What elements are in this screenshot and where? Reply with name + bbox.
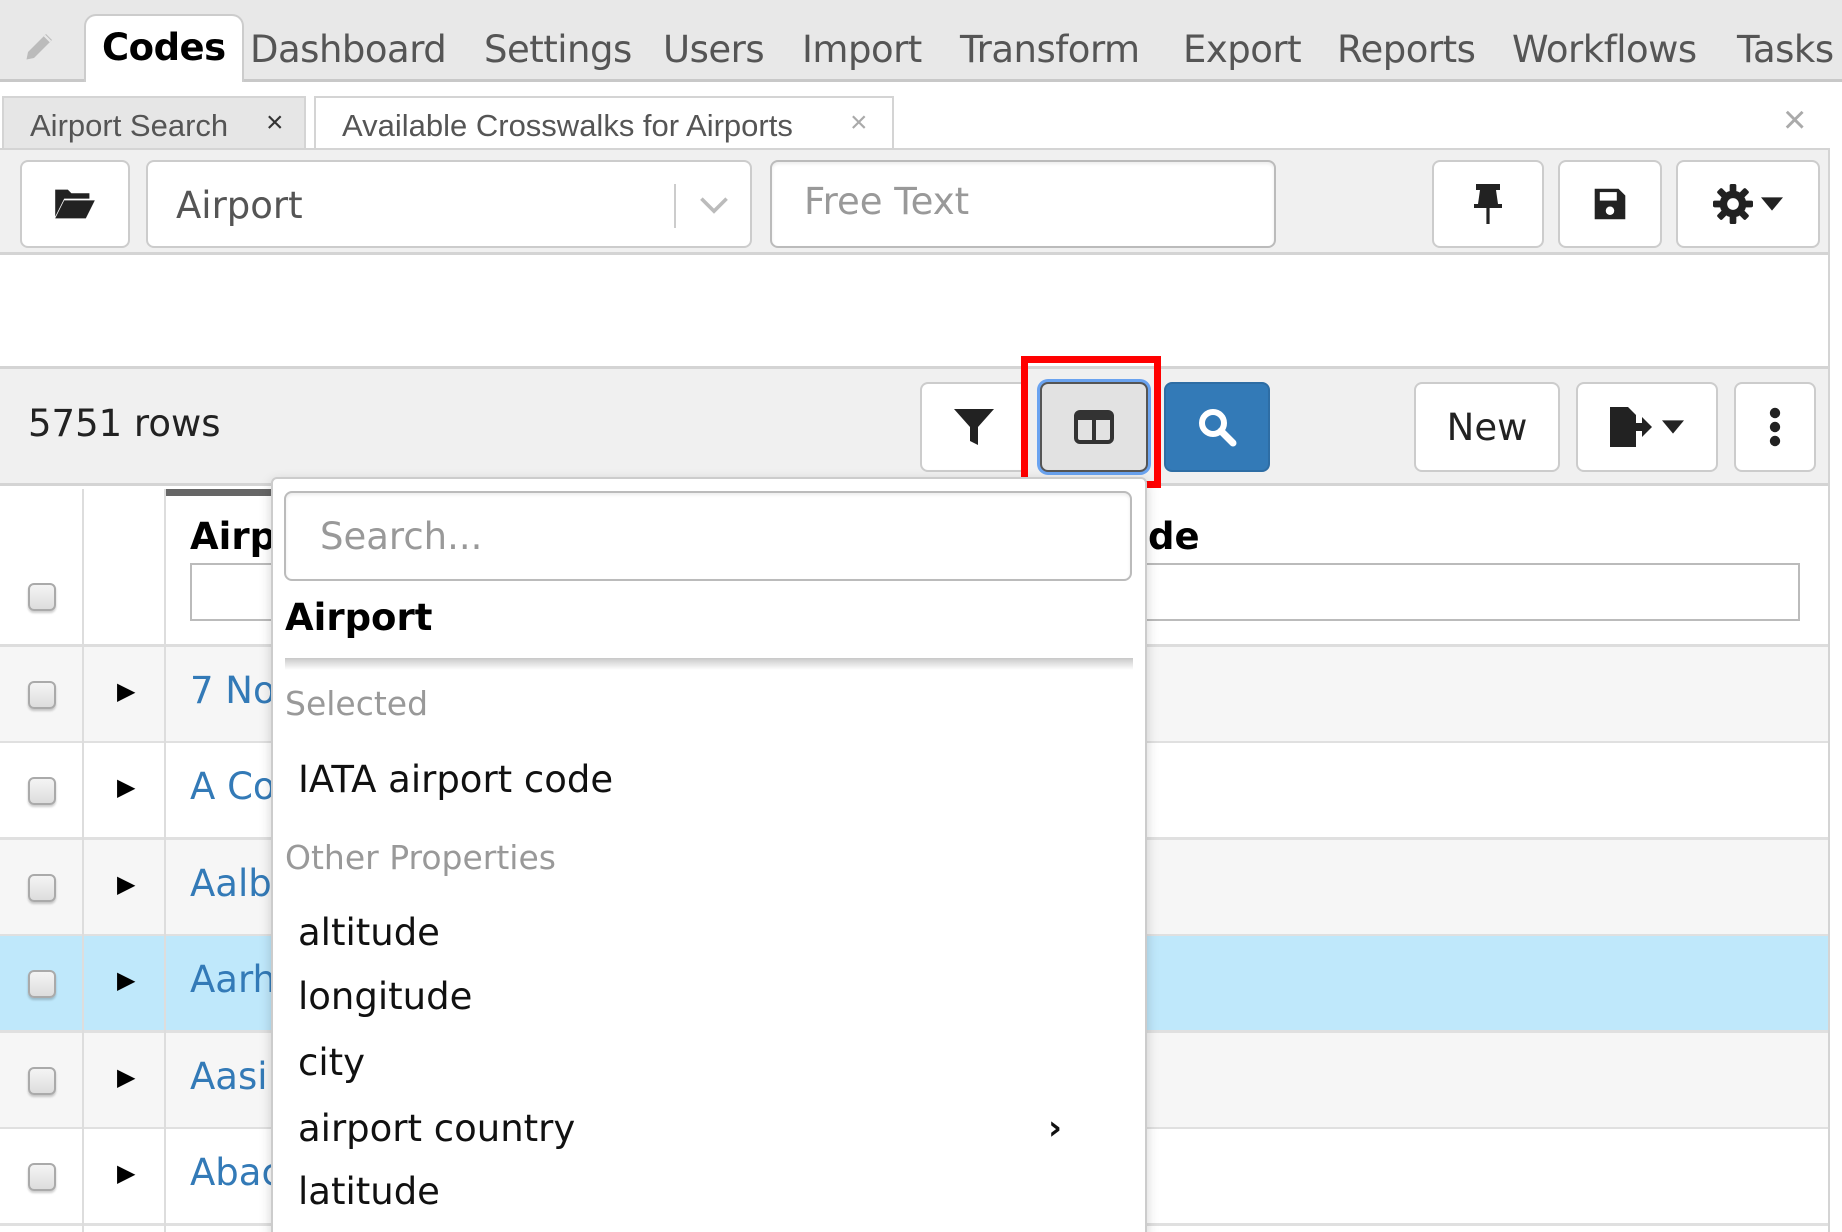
row-link[interactable]: 7 No [190,669,276,712]
folder-open-icon [55,189,95,219]
caret-down-icon [1662,420,1684,434]
row-link[interactable]: Aalb [190,862,272,905]
nav-tab-workflows[interactable]: Workflows [1512,28,1697,71]
column-option-airport-country[interactable]: airport country [298,1107,575,1150]
file-export-icon [1610,407,1652,447]
nav-tab-users[interactable]: Users [663,28,765,71]
content-spacer [0,255,1830,368]
settings-dropdown-button[interactable] [1676,160,1820,248]
row-link[interactable]: Aasi [190,1055,268,1098]
search-icon [1199,409,1237,447]
row-checkbox[interactable] [28,681,56,709]
column-option-longitude[interactable]: longitude [298,975,472,1018]
row-checkbox[interactable] [28,970,56,998]
row-count: 5751 rows [28,402,221,445]
column-sort-indicator [166,489,271,496]
pencil-icon[interactable] [22,28,58,64]
nav-tab-reports[interactable]: Reports [1337,28,1476,71]
save-button[interactable] [1558,160,1662,248]
type-select-value: Airport [176,184,303,227]
export-dropdown-button[interactable] [1576,382,1718,472]
subtab-available-crosswalks[interactable]: Available Crosswalks for Airports × [314,96,894,148]
row-checkbox[interactable] [28,1163,56,1191]
divider [285,658,1133,670]
section-header-other-properties: Other Properties [285,838,556,877]
caret-down-icon [1761,197,1783,211]
pin-icon [1474,184,1502,224]
expand-caret-icon[interactable]: ▶ [117,1159,135,1187]
save-icon [1594,188,1626,220]
column-search-input[interactable]: Search... [284,491,1132,581]
nav-tab-codes[interactable]: Codes [84,14,244,82]
nav-tab-export[interactable]: Export [1183,28,1302,71]
row-link[interactable]: Aarh [190,958,276,1001]
expand-caret-icon[interactable]: ▶ [117,966,135,994]
expand-caret-icon[interactable]: ▶ [117,677,135,705]
expand-caret-icon[interactable]: ▶ [117,870,135,898]
annotation-highlight [1021,356,1161,488]
chevron-right-icon[interactable]: › [1048,1108,1062,1148]
expand-caret-icon[interactable]: ▶ [117,773,135,801]
subtab-label: Available Crosswalks for Airports [342,108,793,143]
column-divider [82,489,84,1232]
column-picker-title: Airport [285,596,433,639]
vertical-ellipsis-icon [1769,407,1781,447]
search-button[interactable] [1164,382,1270,472]
new-button[interactable]: New [1414,382,1560,472]
subtab-label: Airport Search [30,108,229,143]
subtab-airport-search[interactable]: Airport Search × [2,96,306,148]
row-checkbox[interactable] [28,1067,56,1095]
select-all-checkbox[interactable] [28,583,56,611]
main-nav: Codes Dashboard Settings Users Import Tr… [0,0,1842,82]
gear-icon [1713,184,1753,224]
row-checkbox[interactable] [28,874,56,902]
close-icon[interactable]: × [266,106,284,140]
nav-tab-tasks[interactable]: Tasks [1737,28,1834,71]
column-header-airport[interactable]: Airp [190,515,276,558]
more-options-button[interactable] [1734,382,1816,472]
chevron-down-icon[interactable] [696,182,732,226]
pin-button[interactable] [1432,160,1544,248]
filter-icon [954,409,994,445]
select-separator [674,184,676,228]
section-header-selected: Selected [285,684,429,723]
nav-tab-settings[interactable]: Settings [484,28,632,71]
column-option-iata-airport-code[interactable]: IATA airport code [298,758,613,801]
close-icon[interactable]: × [850,106,868,140]
open-folder-button[interactable] [20,160,130,248]
nav-tab-transform[interactable]: Transform [960,28,1140,71]
column-header-code[interactable]: de [1148,515,1200,558]
nav-tab-dashboard[interactable]: Dashboard [250,28,447,71]
close-all-icon[interactable]: × [1783,98,1806,143]
expand-caret-icon[interactable]: ▶ [117,1063,135,1091]
filter-button[interactable] [920,382,1028,472]
row-link[interactable]: Abac [190,1151,282,1194]
type-select[interactable]: Airport [146,160,752,248]
free-text-input[interactable]: Free Text [770,160,1276,248]
nav-tab-import[interactable]: Import [802,28,922,71]
column-option-latitude[interactable]: latitude [298,1170,440,1213]
column-option-altitude[interactable]: altitude [298,911,440,954]
column-option-city[interactable]: city [298,1041,365,1084]
column-divider [164,489,166,1232]
row-link[interactable]: A Co [190,765,276,808]
row-checkbox[interactable] [28,777,56,805]
